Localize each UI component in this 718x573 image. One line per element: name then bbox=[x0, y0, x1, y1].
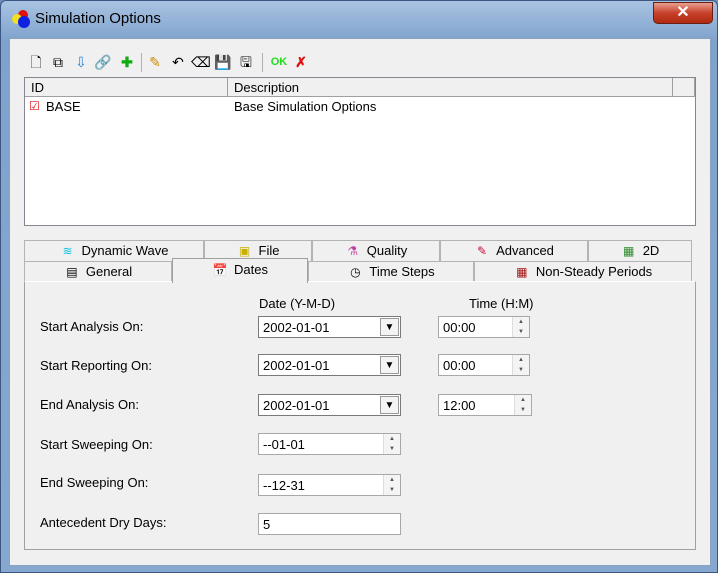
chevron-down-icon[interactable]: ▼ bbox=[380, 396, 399, 414]
save-as-icon[interactable]: 🖫 bbox=[237, 53, 255, 71]
tab-label: File bbox=[258, 243, 280, 258]
tab-label: Time Steps bbox=[369, 264, 435, 279]
date-value: 2002-01-01 bbox=[263, 398, 330, 413]
new-icon[interactable]: 🗋 bbox=[27, 53, 45, 71]
separator bbox=[262, 53, 263, 72]
end-analysis-date[interactable]: 2002-01-01 ▼ bbox=[258, 394, 401, 416]
date-column-header: Date (Y-M-D) bbox=[259, 296, 336, 311]
end-analysis-label: End Analysis On: bbox=[40, 397, 139, 412]
list-item[interactable]: ☑ BASE Base Simulation Options bbox=[27, 98, 687, 115]
tab-label: Non-Steady Periods bbox=[535, 264, 653, 279]
item-id: BASE bbox=[46, 99, 81, 114]
spinner-icon[interactable]: ▲ ▼ bbox=[512, 355, 529, 375]
close-button[interactable]: ✕ bbox=[653, 2, 713, 24]
tab-label: Dynamic Wave bbox=[81, 243, 169, 258]
link-icon[interactable]: 🔗 bbox=[94, 53, 112, 71]
date-value: 2002-01-01 bbox=[263, 320, 330, 335]
start-analysis-date[interactable]: 2002-01-01 ▼ bbox=[258, 316, 401, 338]
save-icon[interactable]: 💾 bbox=[214, 53, 232, 71]
add-id-icon[interactable]: ✚ bbox=[118, 53, 136, 71]
spinner-icon[interactable]: ▲ ▼ bbox=[383, 434, 400, 454]
cancel-button[interactable]: ✗ bbox=[292, 53, 310, 71]
column-header-id[interactable]: ID bbox=[25, 78, 228, 97]
column-header-description[interactable]: Description bbox=[228, 78, 673, 97]
start-analysis-time[interactable]: 00:00 ▲ ▼ bbox=[438, 316, 530, 338]
start-reporting-label: Start Reporting On: bbox=[40, 358, 152, 373]
start-sweeping-input[interactable]: --01-01 ▲ ▼ bbox=[258, 433, 401, 455]
options-list[interactable]: ID Description ☑ BASE Base Simulation Op… bbox=[24, 77, 696, 226]
tab-general[interactable]: ▤ General bbox=[24, 261, 172, 282]
checked-item-icon: ☑ bbox=[29, 99, 40, 113]
table-icon: ▦ bbox=[516, 265, 528, 279]
time-value: 00:00 bbox=[443, 320, 476, 335]
copy-icon[interactable]: ⧉ bbox=[49, 53, 67, 71]
spinner-icon[interactable]: ▲ ▼ bbox=[383, 475, 400, 495]
spinner-icon[interactable]: ▲ ▼ bbox=[512, 317, 529, 337]
tab-quality[interactable]: ⚗ Quality bbox=[312, 240, 440, 261]
import-icon[interactable]: ⇩ bbox=[72, 53, 90, 71]
end-sweeping-label: End Sweeping On: bbox=[40, 475, 149, 490]
tab-label: 2D bbox=[642, 243, 660, 258]
chevron-down-icon[interactable]: ▼ bbox=[380, 318, 399, 336]
tab-label: Dates bbox=[234, 262, 268, 277]
item-description: Base Simulation Options bbox=[234, 99, 377, 114]
tab-time-steps[interactable]: ◷ Time Steps bbox=[308, 261, 474, 282]
time-value: 00:00 bbox=[443, 358, 476, 373]
window-title: Simulation Options bbox=[35, 10, 161, 27]
2d-icon: ▦ bbox=[623, 244, 635, 258]
separator bbox=[141, 53, 142, 72]
tab-non-steady-periods[interactable]: ▦ Non-Steady Periods bbox=[474, 261, 692, 282]
general-icon: ▤ bbox=[66, 265, 78, 279]
sweep-value: --01-01 bbox=[263, 437, 305, 452]
chevron-down-icon[interactable]: ▼ bbox=[380, 356, 399, 374]
clock-icon: ◷ bbox=[350, 265, 361, 279]
ok-button[interactable]: OK bbox=[269, 53, 289, 71]
edit-icon[interactable]: ✎ bbox=[146, 53, 164, 71]
sweep-value: --12-31 bbox=[263, 478, 305, 493]
app-icon bbox=[11, 9, 33, 29]
tab-label: Advanced bbox=[496, 243, 554, 258]
start-reporting-date[interactable]: 2002-01-01 ▼ bbox=[258, 354, 401, 376]
tab-2d[interactable]: ▦ 2D bbox=[588, 240, 692, 261]
start-reporting-time[interactable]: 00:00 ▲ ▼ bbox=[438, 354, 530, 376]
window-frame: Simulation Options ✕ 🗋 ⧉ ⇩ 🔗 ✚ ✎ ↶ ⌫ 💾 🖫… bbox=[0, 0, 718, 573]
tab-label: General bbox=[85, 264, 133, 279]
end-analysis-time[interactable]: 12:00 ▲ ▼ bbox=[438, 394, 532, 416]
advanced-icon: ✎ bbox=[477, 244, 488, 258]
calendar-icon: 📅 bbox=[212, 263, 228, 277]
tab-advanced[interactable]: ✎ Advanced bbox=[440, 240, 588, 261]
date-value: 2002-01-01 bbox=[263, 358, 330, 373]
erase-icon[interactable]: ⌫ bbox=[191, 53, 211, 71]
wave-icon: ≋ bbox=[62, 244, 73, 258]
column-header-filler bbox=[673, 78, 695, 97]
start-sweeping-label: Start Sweeping On: bbox=[40, 437, 153, 452]
test-tube-icon: ⚗ bbox=[347, 244, 359, 258]
start-analysis-label: Start Analysis On: bbox=[40, 319, 144, 334]
tab-dates[interactable]: 📅 Dates bbox=[172, 258, 308, 283]
antecedent-dry-days-input[interactable]: 5 bbox=[258, 513, 401, 535]
time-column-header: Time (H:M) bbox=[469, 296, 534, 311]
tab-label: Quality bbox=[366, 243, 408, 258]
restore-icon[interactable]: ↶ bbox=[169, 53, 187, 71]
time-value: 12:00 bbox=[443, 398, 476, 413]
end-sweeping-input[interactable]: --12-31 ▲ ▼ bbox=[258, 474, 401, 496]
antecedent-dry-days-label: Antecedent Dry Days: bbox=[40, 515, 167, 530]
spinner-icon[interactable]: ▲ ▼ bbox=[514, 395, 531, 415]
